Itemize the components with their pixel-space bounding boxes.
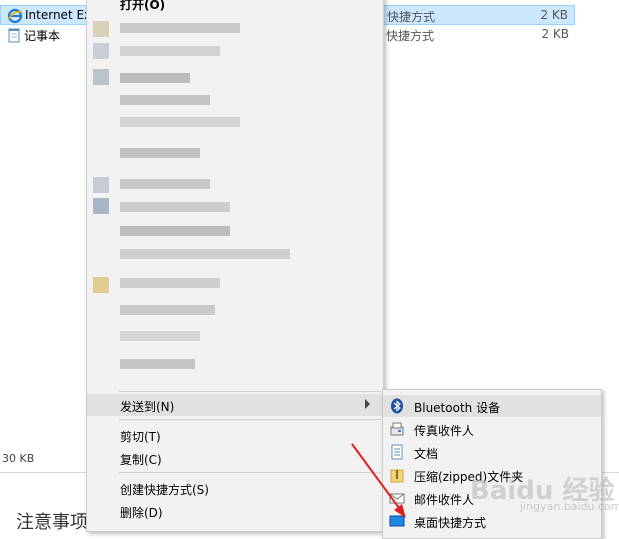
menu-item-open[interactable]: 打开(O): [87, 0, 383, 15]
status-size: 30 KB: [2, 452, 35, 465]
file-type: 快捷方式: [386, 29, 435, 43]
blurred-label: [120, 148, 200, 158]
submenu-item-bluetooth[interactable]: Bluetooth 设备: [383, 395, 601, 417]
blurred-label: [120, 117, 240, 127]
blurred-label: [120, 249, 290, 259]
red-arrow-annotation: [351, 443, 406, 518]
chevron-right-icon: [365, 399, 370, 409]
menu-separator: [119, 419, 381, 420]
menu-item-create-shortcut[interactable]: 创建快捷方式(S): [87, 477, 383, 499]
file-name: Internet Ex: [25, 8, 92, 22]
blurred-icon: [93, 198, 109, 214]
bluetooth-icon: [389, 398, 405, 414]
blurred-label: [120, 46, 220, 56]
file-type: 快捷方式: [387, 10, 436, 24]
blurred-label: [120, 179, 210, 189]
blurred-label: [120, 331, 200, 341]
blurred-label: [120, 359, 195, 369]
file-name: 记事本: [24, 29, 61, 43]
blurred-icon: [93, 21, 109, 37]
submenu-item-fax[interactable]: 传真收件人: [383, 418, 601, 440]
file-size: 2 KB: [540, 8, 568, 22]
blurred-label: [120, 73, 190, 83]
blurred-label: [120, 95, 210, 105]
menu-item-send-to[interactable]: 发送到(N): [87, 394, 383, 416]
blurred-label: [120, 278, 220, 288]
blurred-icon: [93, 69, 109, 85]
baidu-watermark-url: jingyan.baidu.com: [520, 500, 619, 513]
blurred-label: [120, 305, 215, 315]
note-heading: 注意事项: [16, 512, 88, 533]
blurred-label: [120, 23, 240, 33]
file-size: 2 KB: [541, 27, 569, 41]
fax-icon: [389, 421, 405, 437]
menu-item-delete[interactable]: 删除(D): [87, 500, 383, 522]
blurred-icon: [93, 177, 109, 193]
internet-explorer-icon: [7, 8, 23, 24]
menu-item-copy[interactable]: 复制(C): [87, 447, 383, 469]
blurred-icon: [93, 277, 109, 293]
notepad-icon: [6, 27, 22, 43]
blurred-label: [120, 202, 230, 212]
menu-item-cut[interactable]: 剪切(T): [87, 424, 383, 446]
blurred-label: [120, 226, 230, 236]
menu-separator: [119, 391, 381, 392]
blurred-icon: [93, 43, 109, 59]
